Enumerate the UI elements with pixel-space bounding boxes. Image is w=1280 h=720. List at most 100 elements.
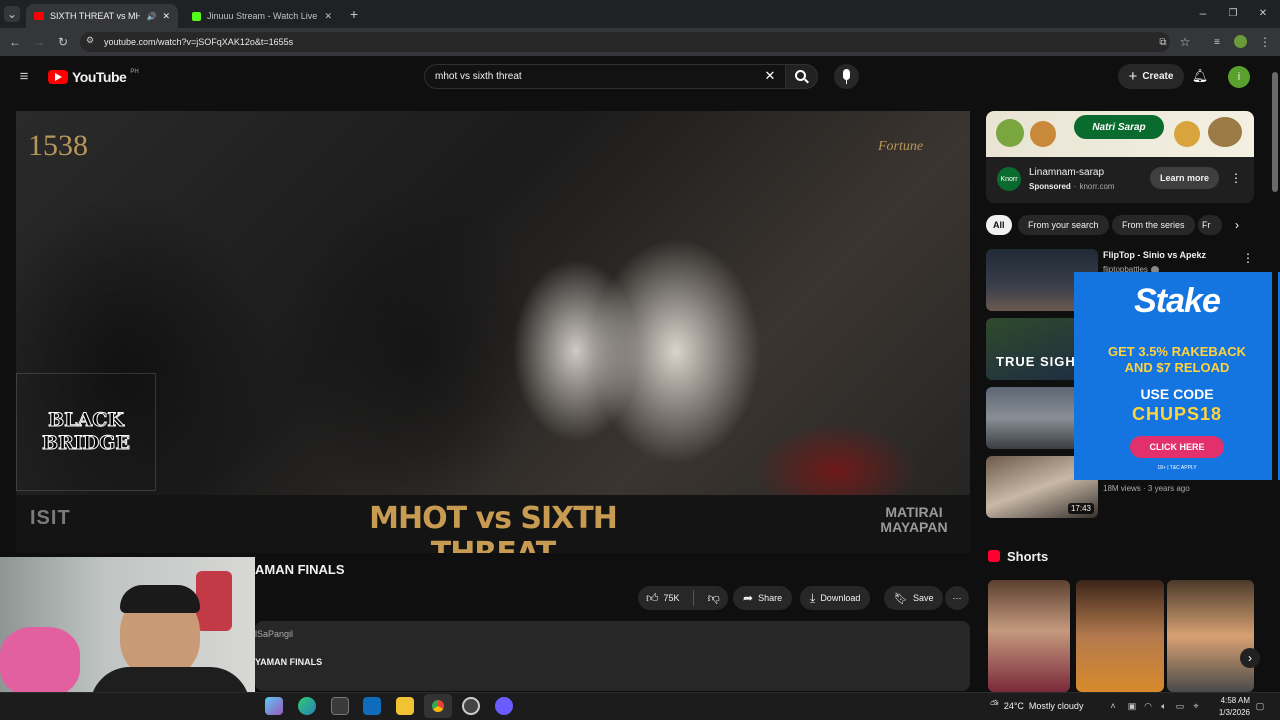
venue-logo: Fortune (878, 139, 924, 154)
bookmark-star-icon[interactable]: ☆ (1178, 34, 1192, 50)
scrollbar-thumb[interactable] (1272, 72, 1278, 192)
video-duration-badge: 17:43 (1067, 503, 1094, 514)
profile-avatar[interactable] (1234, 35, 1247, 48)
windows-taskbar (0, 692, 1280, 720)
ad-menu-icon[interactable]: ⋮ (1230, 171, 1242, 185)
learn-more-button[interactable]: Learn more (1150, 167, 1220, 189)
forward-icon[interactable]: → (32, 34, 46, 50)
shorts-icon (988, 550, 1000, 562)
download-icon: ⤓ (810, 590, 816, 605)
thumbs-up-icon: 👍︎ (646, 590, 659, 605)
speaker-icon[interactable]: 🔊 (146, 12, 156, 21)
search-button[interactable] (786, 64, 818, 89)
share-icon: ➦ (743, 591, 754, 605)
clear-search-icon[interactable]: ✕ (762, 68, 778, 84)
pink-plush (0, 627, 80, 692)
share-button[interactable]: ➦ Share (733, 586, 793, 610)
outlook-icon[interactable] (363, 697, 381, 715)
video-player[interactable]: 1538 Fortune BLACK BRIDGE ISIT MHOT vs S… (16, 111, 970, 553)
tab-close-icon[interactable]: ✕ (324, 11, 332, 22)
save-button[interactable]: 🔖︎ Save (884, 586, 944, 610)
weather-widget[interactable]: ⛅︎ 24°C Mostly cloudy (990, 699, 1083, 712)
reload-icon[interactable]: ↻ (56, 34, 70, 50)
install-app-icon[interactable]: ⧉ (1156, 34, 1170, 50)
wifi-icon[interactable]: ◠ (1142, 700, 1154, 712)
chip-from-your-search[interactable]: From your search (1018, 215, 1109, 235)
ad-sponsored-line: Sponsored · knorr.com (1029, 182, 1115, 191)
address-bar[interactable]: ⚙ youtube.com/watch?v=jSOFqXAK12o&t=1655… (80, 32, 1170, 52)
short-thumbnail[interactable] (1167, 580, 1254, 692)
stake-headline-1: GET 3.5% RAKEBACK (1108, 344, 1246, 359)
create-button[interactable]: + Create (1118, 64, 1184, 89)
video-lower-banner: ISIT MHOT vs SIXTH THREAT MATIRAI MAYAPA… (16, 495, 970, 553)
description-box[interactable]: lSaPangil YAMAN FINALS (255, 621, 970, 691)
kick-favicon-icon (192, 11, 201, 21)
ad-banner-image[interactable]: Natri Sarap (986, 111, 1254, 157)
chrome-menu-icon[interactable]: ⋮ (1258, 34, 1272, 50)
chip-partial[interactable]: Fr (1198, 215, 1222, 235)
battery-icon[interactable]: ▭ (1174, 700, 1186, 712)
tab-search-chevron-icon[interactable]: ⌄ (4, 6, 20, 22)
youtube-favicon-icon (34, 12, 44, 20)
edge-icon[interactable] (298, 697, 316, 715)
obs-icon[interactable] (462, 697, 480, 715)
stake-click-here-button[interactable]: CLICK HERE (1130, 436, 1224, 458)
stake-fineprint: 18+ | T&C APPLY (1157, 465, 1197, 471)
youtube-logo[interactable]: YouTube PH (48, 69, 139, 85)
tab-youtube[interactable]: SIXTH THREAT vs MHOT | M 🔊 ✕ (26, 4, 178, 28)
short-thumbnail[interactable] (988, 580, 1070, 692)
page-scrollbar[interactable] (1272, 68, 1278, 688)
site-info-icon[interactable]: ⚙ (86, 35, 94, 46)
window-close-icon[interactable]: ✕ (1256, 6, 1270, 20)
shorts-next-chevron-icon[interactable]: › (1240, 648, 1260, 668)
advertiser-name: Linamnam-sarap (1029, 167, 1105, 178)
minimize-icon[interactable]: – (1196, 6, 1210, 20)
tray-overflow-chevron-icon[interactable]: ˄ (1108, 700, 1118, 712)
new-tab-icon[interactable]: + (346, 6, 362, 22)
chrome-taskbar-button[interactable] (424, 694, 452, 718)
messenger-icon[interactable] (495, 697, 513, 715)
more-actions-button[interactable]: ⋯ (945, 586, 969, 610)
ad-product-logo: Natri Sarap (1074, 115, 1164, 139)
guide-menu-icon[interactable]: ≡ (16, 68, 32, 85)
bookmark-icon: 🔖︎ (894, 592, 908, 605)
store-icon[interactable] (331, 697, 349, 715)
battle-title-overlay: MHOT vs SIXTH THREAT (369, 501, 618, 553)
youtube-play-icon (48, 70, 68, 84)
file-explorer-icon[interactable] (396, 697, 414, 715)
search-input[interactable]: mhot vs sixth threat (424, 64, 786, 89)
like-button[interactable]: 👍︎ 75K (646, 591, 680, 606)
back-icon[interactable]: ← (8, 34, 22, 50)
short-thumbnail[interactable] (1076, 580, 1164, 692)
tab-kick[interactable]: Jinuuu Stream - Watch Live on ✕ (184, 4, 340, 28)
chip-from-the-series[interactable]: From the series (1112, 215, 1195, 235)
video-frame (16, 111, 970, 495)
recommended-menu-icon[interactable]: ⋮ (1242, 251, 1254, 265)
like-dislike-group: 👍︎ 75K 👎︎ (638, 586, 728, 610)
volume-icon[interactable]: 🔈︎ (1158, 700, 1170, 712)
copilot-icon[interactable] (265, 697, 283, 715)
tab-close-icon[interactable]: ✕ (162, 11, 170, 22)
download-button[interactable]: ⤓ Download (800, 586, 871, 610)
clock[interactable]: 4:58 AM 1/3/2026 (1206, 695, 1250, 719)
stake-overlay-ad[interactable]: Stake GET 3.5% RAKEBACK AND $7 RELOAD US… (1074, 272, 1280, 480)
advertiser-logo: Knorr (997, 167, 1021, 191)
account-avatar[interactable]: i (1228, 66, 1250, 88)
tab-title: Jinuuu Stream - Watch Live on (207, 11, 319, 21)
tray-app-icon[interactable]: ▣ (1126, 700, 1138, 712)
location-icon[interactable]: ⌖ (1190, 700, 1202, 712)
stake-promo-code: CHUPS18 (1131, 404, 1223, 424)
restore-icon[interactable]: ❐ (1226, 6, 1240, 20)
dislike-button[interactable]: 👎︎ (708, 591, 720, 606)
notification-center-icon[interactable]: ▢ (1254, 700, 1266, 712)
media-control-icon[interactable]: ≡ (1210, 34, 1224, 50)
notifications-bell-icon[interactable]: 🔔︎ (1192, 68, 1209, 84)
streamer-shirt (90, 667, 250, 692)
recommended-title[interactable]: FlipTop - Sinio vs Apekz (1103, 250, 1243, 260)
shorts-heading: Shorts (1007, 549, 1049, 564)
chip-all[interactable]: All (986, 215, 1012, 235)
tab-title: SIXTH THREAT vs MHOT | M (50, 11, 141, 21)
voice-search-button[interactable] (834, 64, 859, 89)
banner-left-logo: ISIT (30, 507, 71, 529)
chips-next-chevron-icon[interactable]: › (1230, 218, 1244, 232)
